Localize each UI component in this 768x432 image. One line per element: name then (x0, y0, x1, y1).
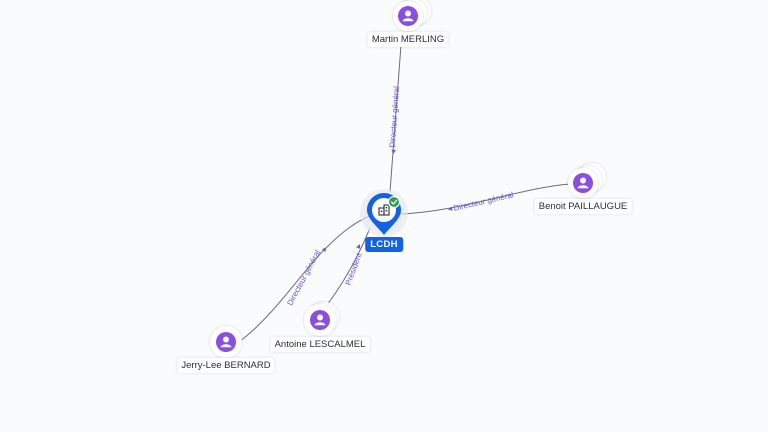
nodes-layer (210, 0, 606, 358)
node-person-benoit[interactable] (568, 163, 606, 198)
company-label-lcdh: LCDH (365, 237, 403, 252)
edge-label-antoine: Président (344, 251, 364, 287)
node-person-antoine[interactable] (304, 302, 339, 336)
person-icon (216, 332, 236, 352)
node-label-jerry: Jerry-Lee BERNARD (177, 358, 275, 373)
person-icon (573, 173, 593, 193)
node-person-jerry[interactable] (210, 326, 242, 358)
edges-layer: Directeur général Directeur général Prés… (239, 44, 571, 342)
edge-label-martin: Directeur général (388, 86, 401, 148)
relationship-graph[interactable]: Directeur général Directeur général Prés… (0, 0, 768, 432)
node-label-martin: Martin MERLING (367, 32, 449, 47)
edge-label-jerry: Directeur général (285, 248, 322, 307)
node-person-martin[interactable] (393, 0, 431, 31)
node-company-lcdh[interactable] (360, 189, 408, 237)
check-circle-icon (387, 195, 401, 209)
node-label-antoine: Antoine LESCALMEL (270, 337, 370, 352)
edge-antoine-lcdh[interactable]: Président (326, 227, 371, 306)
person-icon (398, 6, 418, 26)
person-icon (310, 310, 330, 330)
node-label-benoit: Benoit PAILLAUGUE (534, 199, 632, 214)
edge-martin-lcdh[interactable]: Directeur général (388, 44, 402, 193)
graph-canvas: Directeur général Directeur général Prés… (210, 0, 606, 358)
edge-label-benoit: Directeur général (453, 190, 515, 213)
